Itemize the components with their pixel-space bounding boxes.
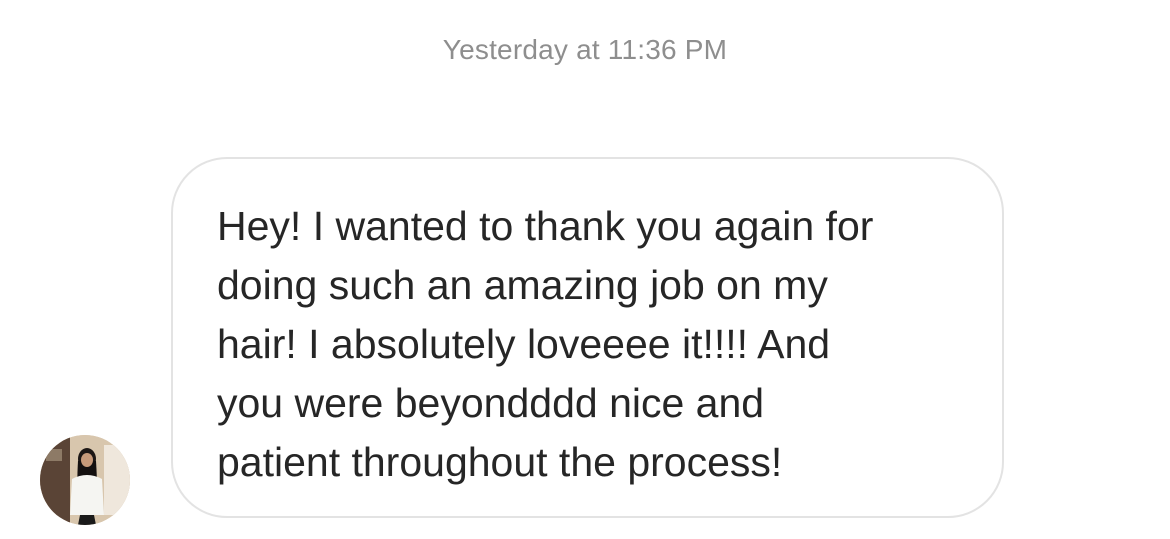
profile-photo-avatar-icon — [40, 435, 130, 525]
incoming-message-bubble[interactable]: Hey! I wanted to thank you again for doi… — [171, 157, 1004, 518]
message-timestamp: Yesterday at 11:36 PM — [442, 34, 728, 65]
sender-avatar[interactable] — [40, 435, 130, 525]
message-text: Hey! I wanted to thank you again for doi… — [217, 203, 874, 485]
